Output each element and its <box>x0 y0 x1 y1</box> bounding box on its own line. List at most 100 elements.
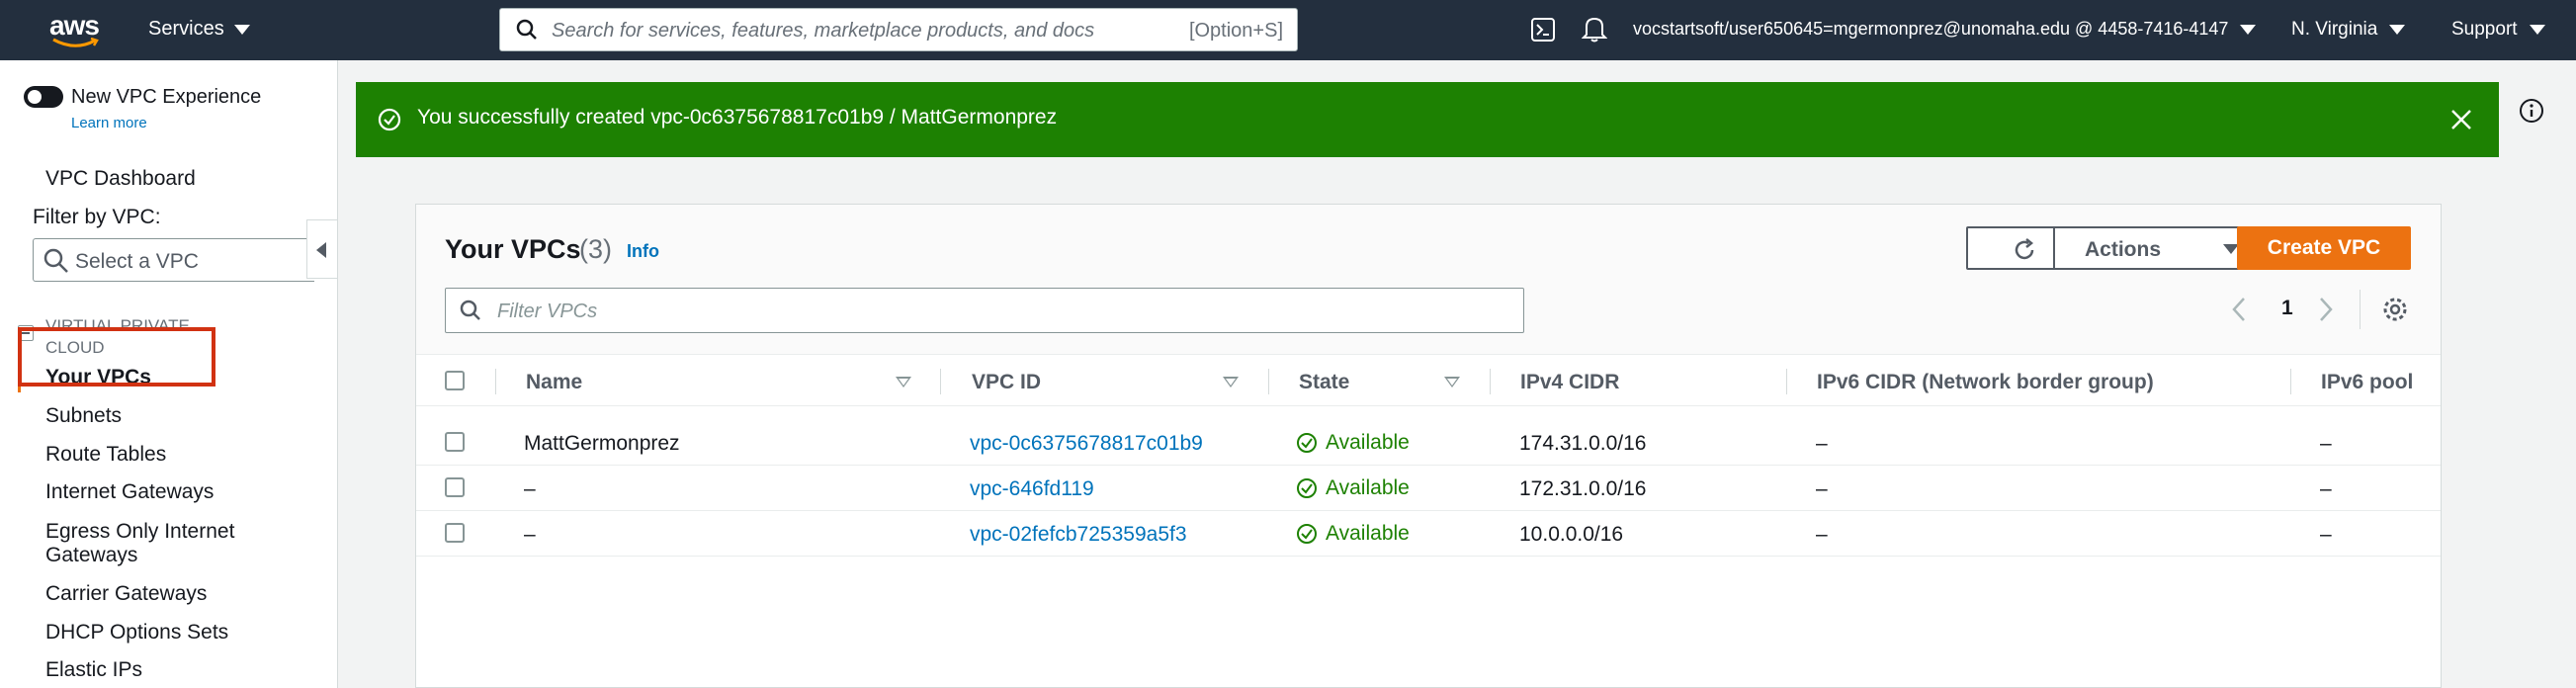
table-header-row: Name VPC ID State IPv4 CIDR IPv6 CIDR (N… <box>416 355 2441 406</box>
cell-vpc-id-link[interactable]: vpc-02fefcb725359a5f3 <box>970 523 1187 547</box>
top-navigation: aws Services Search for services, featur… <box>0 0 2576 60</box>
refresh-icon <box>2015 238 2034 260</box>
row-checkbox[interactable] <box>445 523 465 543</box>
cell-ipv4-cidr: 10.0.0.0/16 <box>1519 523 1624 546</box>
cloudshell-icon[interactable] <box>1530 17 1556 48</box>
column-header-state[interactable]: State <box>1299 371 1349 394</box>
chevron-down-icon <box>2240 24 2257 35</box>
search-placeholder: Search for services, features, marketpla… <box>552 20 1095 42</box>
region-menu[interactable]: N. Virginia <box>2291 19 2406 41</box>
cell-ipv6-cidr: – <box>1816 523 1828 546</box>
column-divider <box>1268 369 1269 394</box>
column-divider <box>940 369 941 394</box>
next-page-icon[interactable] <box>2318 297 2334 322</box>
success-flash-banner: You successfully created vpc-0c637567881… <box>356 82 2499 157</box>
sort-icon[interactable] <box>1444 377 1460 387</box>
row-checkbox[interactable] <box>445 477 465 497</box>
account-label: vocstartsoft/user650645=mgermonprez@unom… <box>1633 19 2229 39</box>
search-icon <box>43 248 68 273</box>
column-header-ipv6-cidr[interactable]: IPv6 CIDR (Network border group) <box>1817 371 2154 394</box>
new-vpc-experience-toggle[interactable] <box>24 86 63 108</box>
column-header-ipv4-cidr[interactable]: IPv4 CIDR <box>1520 371 1619 394</box>
toggle-knob <box>28 90 42 104</box>
info-panel-icon[interactable] <box>2519 98 2544 124</box>
support-label: Support <box>2451 19 2518 40</box>
sidebar-item-subnets[interactable]: Subnets <box>45 404 122 428</box>
cell-ipv6-pool: – <box>2320 432 2332 455</box>
sidebar-item-vpc-dashboard[interactable]: VPC Dashboard <box>45 167 196 191</box>
annotation-highlight-box <box>18 327 215 387</box>
cell-ipv6-cidr: – <box>1816 477 1828 500</box>
cell-ipv6-cidr: – <box>1816 432 1828 455</box>
learn-more-link[interactable]: Learn more <box>71 115 147 131</box>
cell-state: Available <box>1296 476 1410 500</box>
table-row[interactable]: MattGermonprez vpc-0c6375678817c01b9 Ava… <box>416 420 2441 466</box>
sidebar-item-elastic-ips[interactable]: Elastic IPs <box>45 658 142 682</box>
sidebar-item-egress-only-internet-gateways[interactable]: Egress Only Internet Gateways <box>45 520 263 567</box>
select-all-checkbox[interactable] <box>445 371 465 390</box>
services-menu[interactable]: Services <box>148 18 250 41</box>
services-label: Services <box>148 18 224 40</box>
sidebar-item-internet-gateways[interactable]: Internet Gateways <box>45 480 214 504</box>
region-label: N. Virginia <box>2291 19 2378 40</box>
cell-state: Available <box>1296 431 1410 455</box>
cell-ipv4-cidr: 172.31.0.0/16 <box>1519 477 1647 500</box>
column-divider <box>495 369 496 394</box>
info-link[interactable]: Info <box>627 241 659 262</box>
cell-name: – <box>524 523 536 546</box>
flash-message: You successfully created vpc-0c637567881… <box>417 106 1058 129</box>
sidebar-item-dhcp-options-sets[interactable]: DHCP Options Sets <box>45 621 228 645</box>
column-divider <box>1786 369 1787 394</box>
filter-vpcs-input[interactable]: Filter VPCs <box>445 288 1524 333</box>
cell-ipv6-pool: – <box>2320 477 2332 500</box>
aws-logo[interactable]: aws <box>47 8 107 51</box>
create-vpc-button[interactable]: Create VPC <box>2237 226 2411 270</box>
column-divider <box>1490 369 1491 394</box>
global-search-input[interactable]: Search for services, features, marketpla… <box>499 8 1298 51</box>
collapse-sidebar-button[interactable] <box>306 219 338 279</box>
current-page-number[interactable]: 1 <box>2281 297 2293 320</box>
sort-icon[interactable] <box>896 377 911 387</box>
chevron-down-icon <box>2389 25 2406 35</box>
cell-vpc-id-link[interactable]: vpc-646fd119 <box>970 477 1094 501</box>
account-menu[interactable]: vocstartsoft/user650645=mgermonprez@unom… <box>1633 19 2257 40</box>
close-icon[interactable] <box>2449 108 2473 131</box>
divider <box>2360 290 2361 329</box>
status-available-icon <box>1297 524 1317 544</box>
status-text: Available <box>1326 431 1410 454</box>
panel-title: Your VPCs <box>445 234 581 264</box>
column-header-vpc-id[interactable]: VPC ID <box>972 371 1041 394</box>
status-text: Available <box>1326 522 1410 545</box>
aws-smile-icon <box>52 38 99 47</box>
table-row[interactable]: – vpc-646fd119 Available 172.31.0.0/16 –… <box>416 466 2441 511</box>
status-available-icon <box>1297 433 1317 453</box>
gear-icon[interactable] <box>2381 296 2409 323</box>
search-icon <box>460 300 480 320</box>
cell-ipv4-cidr: 174.31.0.0/16 <box>1519 432 1647 455</box>
previous-page-icon[interactable] <box>2231 297 2247 322</box>
row-checkbox[interactable] <box>445 432 465 452</box>
column-header-ipv6-pool[interactable]: IPv6 pool <box>2321 371 2413 394</box>
column-header-name[interactable]: Name <box>526 371 582 394</box>
sidebar-item-route-tables[interactable]: Route Tables <box>45 443 166 467</box>
table-row[interactable]: – vpc-02fefcb725359a5f3 Available 10.0.0… <box>416 511 2441 557</box>
select-vpc-input[interactable]: Select a VPC <box>33 238 314 282</box>
status-available-icon <box>1297 478 1317 498</box>
support-menu[interactable]: Support <box>2451 19 2545 41</box>
select-vpc-placeholder: Select a VPC <box>75 250 199 273</box>
cell-ipv6-pool: – <box>2320 523 2332 546</box>
status-text: Available <box>1326 476 1410 499</box>
success-check-icon <box>378 108 401 131</box>
notifications-bell-icon[interactable] <box>1581 15 1608 48</box>
vpc-count: (3) <box>579 234 612 264</box>
cell-state: Available <box>1296 522 1410 546</box>
sidebar-item-carrier-gateways[interactable]: Carrier Gateways <box>45 582 207 606</box>
vpc-table-panel: Your VPCs (3) Info Actions Create VPC Fi… <box>415 204 2442 688</box>
new-vpc-experience-label: New VPC Experience <box>71 86 262 108</box>
search-icon <box>516 19 537 40</box>
sort-icon[interactable] <box>1223 377 1239 387</box>
cell-vpc-id-link[interactable]: vpc-0c6375678817c01b9 <box>970 432 1203 456</box>
chevron-down-icon <box>2529 25 2545 35</box>
cell-name: MattGermonprez <box>524 432 680 455</box>
chevron-down-icon <box>233 24 250 35</box>
